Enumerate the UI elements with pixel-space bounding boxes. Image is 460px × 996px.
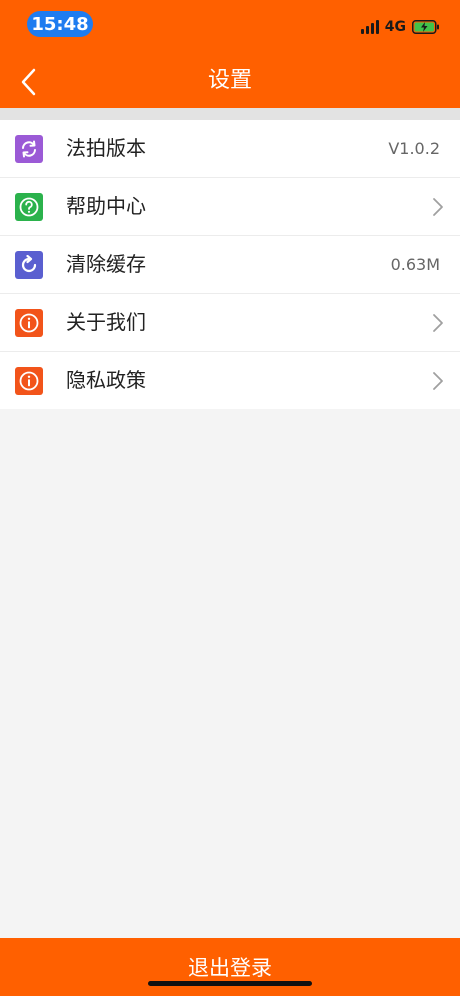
home-indicator: [148, 981, 312, 986]
settings-item-privacy[interactable]: 隐私政策: [0, 352, 460, 409]
version-value: V1.0.2: [388, 139, 440, 158]
rotate-icon: [15, 251, 43, 279]
chevron-right-icon: [433, 372, 443, 390]
section-divider: [0, 108, 460, 120]
refresh-icon: [15, 135, 43, 163]
status-indicators: 4G: [360, 17, 440, 37]
settings-item-label: 隐私政策: [66, 368, 146, 392]
cache-size-value: 0.63M: [390, 255, 440, 274]
settings-item-label: 清除缓存: [66, 252, 146, 276]
question-icon: [15, 193, 43, 221]
signal-icon: [360, 20, 379, 34]
chevron-right-icon: [433, 198, 443, 216]
nav-header: 15:48 4G 设置: [0, 0, 460, 108]
page-title: 设置: [207, 68, 252, 93]
settings-item-version[interactable]: 法拍版本 V1.0.2: [0, 120, 460, 178]
status-time: 15:48: [27, 11, 93, 37]
settings-item-label: 关于我们: [66, 310, 146, 334]
settings-list: 法拍版本 V1.0.2 帮助中心 清除缓存 0.63M 关于我们 隐私政策: [0, 120, 460, 409]
logout-button[interactable]: 退出登录: [0, 938, 460, 996]
settings-item-help[interactable]: 帮助中心: [0, 178, 460, 236]
logout-label: 退出登录: [188, 956, 272, 980]
settings-item-clear-cache[interactable]: 清除缓存 0.63M: [0, 236, 460, 294]
network-label: 4G: [384, 19, 406, 35]
settings-item-label: 帮助中心: [66, 194, 146, 218]
settings-item-label: 法拍版本: [66, 136, 146, 160]
info-icon: [15, 309, 43, 337]
settings-item-about[interactable]: 关于我们: [0, 294, 460, 352]
battery-charging-icon: [412, 20, 439, 34]
info-icon: [15, 367, 43, 395]
chevron-right-icon: [433, 314, 443, 332]
